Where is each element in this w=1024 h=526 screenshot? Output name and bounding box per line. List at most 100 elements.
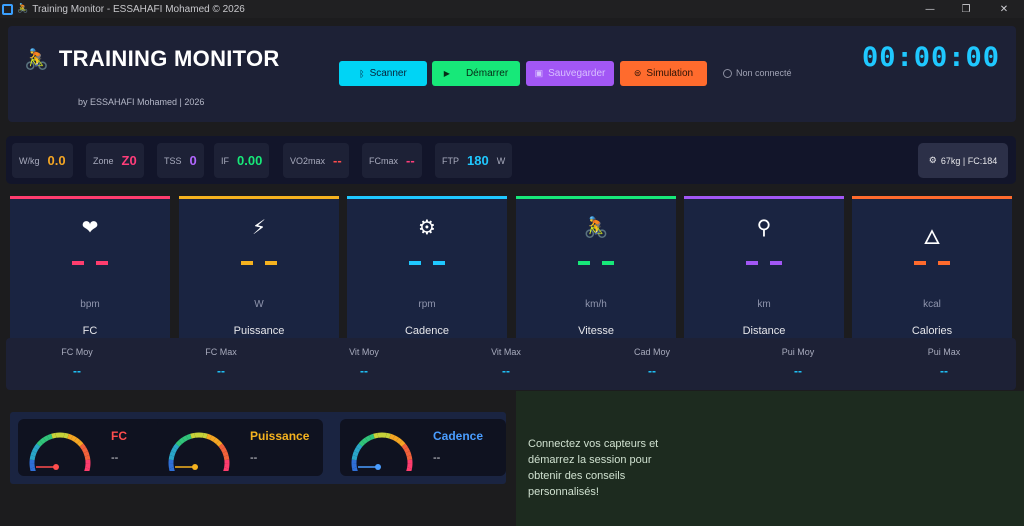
metric-name: Distance: [742, 325, 786, 337]
lightning-icon: ⚡: [251, 215, 267, 239]
stat-zone: Zone Z0: [86, 143, 144, 178]
average-value: --: [73, 364, 81, 378]
metric-name: Puissance: [233, 325, 285, 337]
gauge-arc-segment: [29, 467, 36, 471]
average-value: --: [502, 364, 510, 378]
minimize-button[interactable]: —: [910, 0, 950, 18]
gauge-arc-segment: [355, 443, 363, 450]
gauge-arc-segment: [405, 451, 412, 457]
average-value: --: [360, 364, 368, 378]
stat-label: Zone: [93, 155, 114, 166]
simulation-button[interactable]: ⊜ Simulation: [620, 61, 707, 86]
average-value: --: [794, 364, 802, 378]
cyclist-icon: 🚴: [24, 47, 49, 71]
gauge-arc-segment: [67, 433, 73, 440]
scan-button[interactable]: ᛒ Scanner: [339, 61, 427, 86]
close-button[interactable]: ✕: [984, 0, 1024, 18]
gauge-arc-segment: [190, 432, 196, 439]
gauge-arc-segment: [213, 437, 220, 445]
gauge-arc-segment: [63, 432, 69, 439]
stat-tss: TSS 0: [157, 143, 204, 178]
header-panel: 🚴 TRAINING MONITOR by ESSAHAFI Mohamed |…: [8, 26, 1016, 122]
gauge-arc-segment: [361, 437, 368, 445]
gauge-arc-segment: [222, 451, 229, 457]
gauge-arc-segment: [70, 435, 77, 442]
gauge-arc-segment: [29, 455, 36, 461]
gauge-arc-segment: [218, 443, 226, 450]
average-fc-max: FC Max --: [161, 347, 281, 378]
gauge-arc-segment: [365, 435, 372, 442]
average-value: --: [217, 364, 225, 378]
gauge-arc-segment: [403, 447, 411, 454]
stat-label: FCmax: [369, 155, 398, 166]
app-title: TRAINING MONITOR: [58, 46, 280, 71]
stat-label: VO2max: [290, 155, 326, 166]
heart-icon: ❤: [81, 215, 99, 239]
gauge-power-dial: [168, 432, 230, 471]
average-vit-moy: Vit Moy --: [304, 347, 424, 378]
stats-bar: W/kg 0.0 Zone Z0 TSS 0 IF 0.00 VO2max --…: [6, 136, 1016, 184]
metric-unit: rpm: [418, 299, 436, 310]
gauge-arc-segment: [81, 447, 89, 454]
gauge-level-marker: [192, 464, 198, 470]
gauge-arc-segment: [353, 447, 361, 454]
metric-card-fc: ❤ bpm FC: [10, 196, 170, 340]
metric-name: Calories: [911, 325, 953, 337]
average-label: Pui Max: [927, 347, 961, 357]
gauge-arc-segment: [373, 432, 379, 439]
app-icon: [2, 3, 13, 15]
gauge-arc-segment: [51, 432, 57, 439]
gauge-arc-segment: [31, 447, 39, 454]
flame-icon: 🜂: [923, 225, 941, 249]
metric-value-placeholder: [10, 261, 170, 265]
gauge-arc-segment: [351, 455, 358, 461]
metric-unit: W: [254, 299, 264, 310]
average-value: --: [648, 364, 656, 378]
start-button[interactable]: ▶ Démarrer: [432, 61, 520, 86]
app-logo: 🚴 TRAINING MONITOR: [24, 46, 280, 72]
gauge-arc-segment: [168, 455, 175, 461]
advice-text: Connectez vos capteurs et démarrez la se…: [528, 438, 659, 498]
stat-vo2max: VO2max --: [283, 143, 349, 178]
gauge-arc-segment: [74, 437, 81, 445]
stat-unit: W: [496, 155, 506, 166]
gauge-arc-segment: [84, 455, 91, 461]
metric-value-placeholder: [516, 261, 676, 265]
gauge-arc-segment: [30, 451, 37, 457]
gauge-arc-segment: [83, 451, 90, 457]
stat-if: IF 0.00: [214, 143, 270, 178]
gauge-arc-segment: [168, 467, 175, 471]
bluetooth-icon: ᛒ: [359, 68, 365, 79]
cyclist-icon: 🚴: [583, 215, 609, 239]
gauges-panel: FC -- Puissance -- Cadence --: [10, 412, 506, 484]
metric-card-power: ⚡ W Puissance: [179, 196, 339, 340]
window-titlebar: 🚴 Training Monitor - ESSAHAFI Mohamed © …: [0, 0, 1024, 18]
gauge-arc-segment: [406, 467, 413, 471]
gauge-arc-segment: [351, 467, 358, 471]
metric-card-cadence: ⚙ rpm Cadence: [347, 196, 507, 340]
gauge-arc-segment: [215, 440, 223, 447]
maximize-button[interactable]: ❐: [946, 0, 986, 18]
gauge-arc-segment: [369, 433, 375, 440]
metric-unit: bpm: [80, 299, 100, 310]
average-cad-moy: Cad Moy --: [592, 347, 712, 378]
gauge-cadence-dial: [351, 432, 413, 471]
gauge-arc-segment: [175, 440, 183, 447]
gauge-arc-segment: [223, 467, 230, 471]
stat-label: FTP: [442, 155, 459, 166]
window-title: Training Monitor - ESSAHAFI Mohamed © 20…: [32, 3, 245, 15]
metric-name: Vitesse: [578, 325, 614, 337]
metric-card-distance: ⚲ km Distance: [684, 196, 844, 340]
average-label: FC Max: [205, 347, 237, 357]
average-pui-moy: Pui Moy --: [738, 347, 858, 378]
gauge-arc-segment: [84, 467, 91, 471]
profile-settings-button[interactable]: ⚙ 67kg | FC:184: [918, 143, 1008, 178]
gauge-arc-segment: [43, 435, 50, 442]
gauge-arc-segment: [206, 433, 212, 440]
gauge-arc-segment: [170, 447, 178, 454]
gauge-arc-segment: [352, 451, 359, 457]
metric-card-speed: 🚴 km/h Vitesse: [516, 196, 676, 340]
gauge-arc-segment: [36, 440, 44, 447]
save-button[interactable]: ▣ Sauvegarder: [526, 61, 614, 86]
stat-fcmax: FCmax --: [362, 143, 422, 178]
